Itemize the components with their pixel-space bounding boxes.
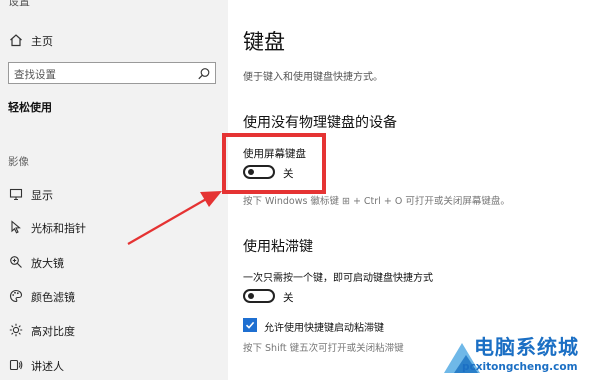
checkmark-icon — [245, 321, 255, 329]
sidebar-item-label: 高对比度 — [31, 325, 75, 338]
narrator-icon — [8, 357, 24, 373]
sticky-keys-description: 一次只需按一个键，即可启动键盘快捷方式 — [243, 273, 433, 284]
search-icon[interactable] — [197, 66, 211, 85]
sidebar-item-high-contrast[interactable]: 高对比度 — [0, 319, 228, 341]
sticky-keys-hint: 按下 Shift 键五次可打开或关闭粘滞键 — [243, 343, 404, 354]
window-title: 设置 — [8, 0, 30, 8]
sidebar-item-cursor[interactable]: 光标和指针 — [0, 216, 228, 238]
sidebar-item-label: 讲述人 — [31, 360, 64, 373]
magnifier-icon — [8, 254, 24, 270]
section-title-no-keyboard: 使用没有物理键盘的设备 — [243, 115, 397, 131]
watermark: 电脑系统城 pcxitongcheng.com — [440, 325, 600, 380]
sticky-keys-shortcut-checkbox[interactable] — [243, 318, 257, 332]
watermark-url: pcxitongcheng.com — [462, 361, 578, 373]
cursor-icon — [8, 219, 24, 235]
sticky-keys-shortcut-label: 允许使用快捷键启动粘滞键 — [264, 323, 384, 334]
home-icon — [8, 32, 24, 48]
annotation-highlight-box — [222, 133, 326, 194]
sidebar-item-label: 主页 — [31, 35, 53, 48]
page-title: 键盘 — [243, 30, 285, 54]
search-input[interactable]: 查找设置 — [8, 62, 216, 84]
watermark-text: 电脑系统城 — [474, 335, 579, 359]
page-description: 便于键入和使用键盘快捷方式。 — [243, 72, 383, 83]
section-title-sticky-keys: 使用粘滞键 — [243, 239, 313, 255]
palette-icon — [8, 288, 24, 304]
sidebar-item-color-filters[interactable]: 颜色滤镜 — [0, 285, 228, 307]
sidebar-item-narrator[interactable]: 讲述人 — [0, 354, 228, 376]
sticky-keys-state: 关 — [283, 292, 294, 304]
sidebar-item-display[interactable]: 显示 — [0, 183, 228, 205]
search-placeholder: 查找设置 — [14, 69, 56, 81]
sidebar-item-label: 光标和指针 — [31, 222, 86, 235]
sidebar: 设置 主页 查找设置 轻松使用 影像 显示 光标和指针 放大镜 颜色滤镜 高对比… — [0, 0, 228, 380]
sidebar-item-home[interactable]: 主页 — [0, 29, 228, 51]
sidebar-item-magnifier[interactable]: 放大镜 — [0, 251, 228, 273]
sidebar-item-label: 颜色滤镜 — [31, 291, 75, 304]
toggle-knob — [248, 293, 254, 299]
sidebar-item-label: 放大镜 — [31, 257, 64, 270]
sidebar-group-title: 影像 — [8, 156, 29, 168]
sun-icon — [8, 322, 24, 338]
on-screen-keyboard-hint: 按下 Windows 徽标键 ⊞ + Ctrl + O 可打开或关闭屏幕键盘。 — [243, 196, 510, 207]
sidebar-section-title: 轻松使用 — [8, 101, 52, 114]
display-icon — [8, 186, 24, 202]
sticky-keys-toggle[interactable] — [243, 289, 275, 303]
sidebar-item-label: 显示 — [31, 189, 53, 202]
